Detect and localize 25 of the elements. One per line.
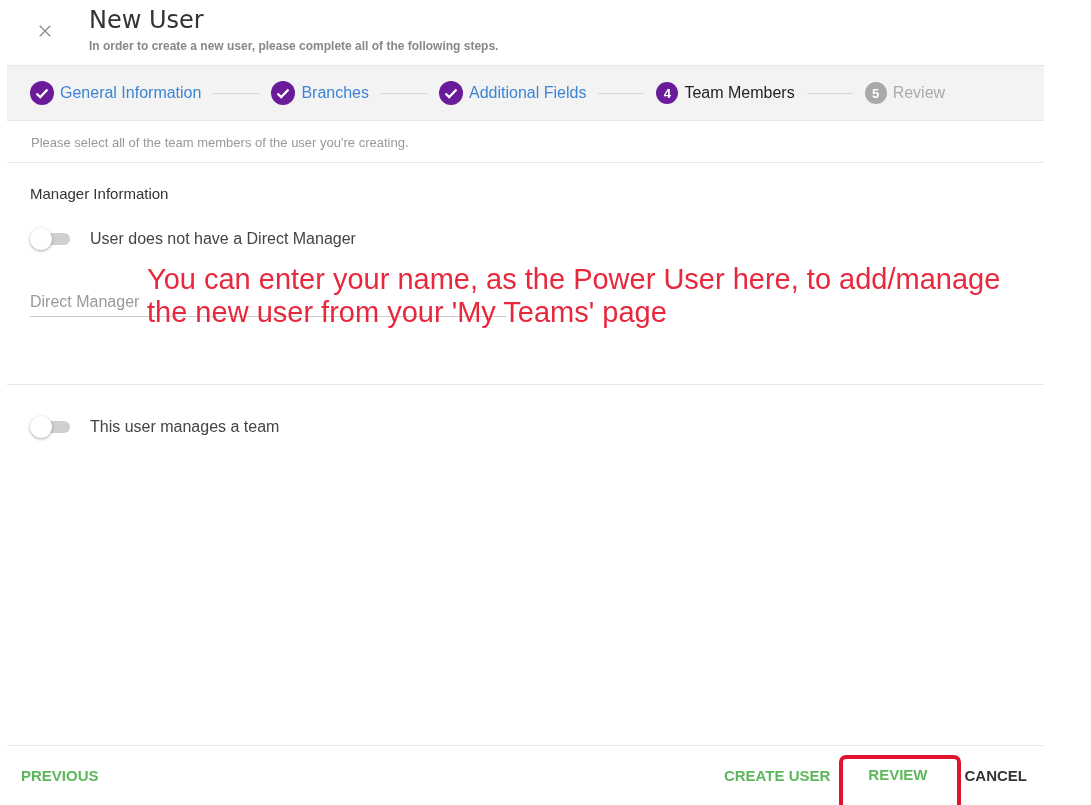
- check-circle-icon: [271, 81, 296, 105]
- step-tab[interactable]: Additional Fields: [439, 81, 587, 105]
- step-tab[interactable]: 4 Team Members: [656, 82, 795, 104]
- toggle-label: User does not have a Direct Manager: [90, 230, 356, 248]
- dialog-title: New User: [89, 6, 205, 34]
- footer-button[interactable]: CREATE USER: [723, 761, 831, 790]
- footer-button[interactable]: CANCEL: [964, 761, 1027, 790]
- step-tab[interactable]: Branches: [271, 81, 369, 105]
- annotation-text: You can enter your name, as the Power User here, to add/manage the new user from your 'My Teams' page: [147, 263, 1001, 329]
- toggle-label: This user manages a team: [90, 418, 280, 436]
- hint-text: Please select all of the team members of the user you're creating.: [7, 121, 1044, 163]
- direct-manager-field[interactable]: Direct Manager: [30, 290, 142, 314]
- check-circle-icon: [439, 81, 463, 105]
- dialog-subtitle: In order to create a new user, please complete all of the following steps.: [89, 39, 499, 53]
- section-title: Manager Information: [30, 185, 170, 202]
- step-tab[interactable]: 5 Review: [864, 82, 946, 104]
- footer-button[interactable]: REVIEW: [839, 755, 961, 805]
- toggle-switch[interactable]: [30, 418, 70, 436]
- step-tab[interactable]: General Information: [30, 81, 202, 105]
- close-icon[interactable]: [38, 24, 52, 38]
- toggle-switch[interactable]: [30, 230, 70, 248]
- check-circle-icon: [30, 81, 54, 105]
- step-number: 5: [864, 82, 887, 104]
- step-number: 4: [656, 82, 679, 104]
- previous-button[interactable]: PREVIOUS: [21, 761, 99, 790]
